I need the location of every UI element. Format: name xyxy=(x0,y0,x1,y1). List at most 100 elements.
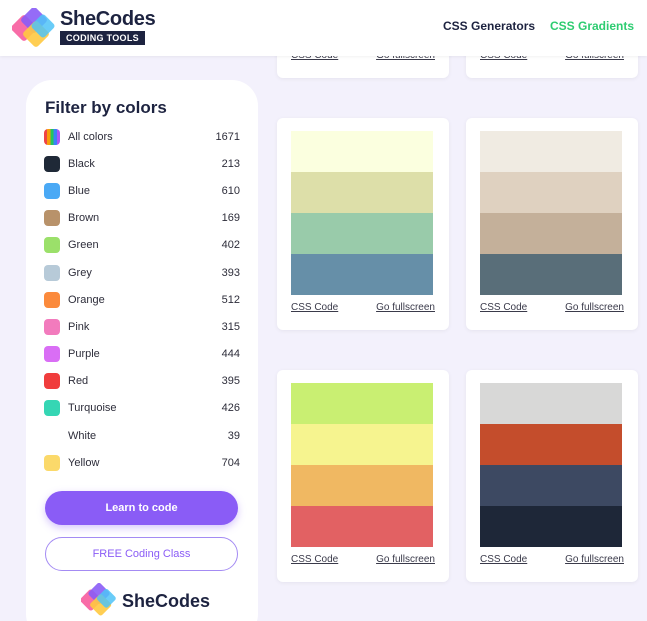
gradient-preview[interactable] xyxy=(480,383,622,547)
learn-to-code-button[interactable]: Learn to code xyxy=(45,491,238,525)
go-fullscreen-link[interactable]: Go fullscreen xyxy=(376,554,435,565)
nav-css-gradients[interactable]: CSS Gradients xyxy=(550,19,634,33)
color-filter-red[interactable]: Red 395 xyxy=(44,368,240,395)
color-band xyxy=(480,254,622,295)
color-band xyxy=(480,506,622,547)
color-swatch xyxy=(44,454,60,471)
brand-tagline: CODING TOOLS xyxy=(60,31,145,45)
color-filter-label: Turquoise xyxy=(68,402,117,415)
color-band xyxy=(480,131,622,172)
color-swatch xyxy=(44,427,60,444)
color-swatch xyxy=(44,182,60,199)
color-band xyxy=(291,131,433,172)
color-filter-grey[interactable]: Grey 393 xyxy=(44,259,240,286)
color-swatch xyxy=(44,373,60,390)
color-filter-label: Green xyxy=(68,239,99,252)
color-band xyxy=(291,172,433,213)
go-fullscreen-link[interactable]: Go fullscreen xyxy=(565,302,624,313)
color-filter-label: Orange xyxy=(68,293,105,306)
gradient-preview[interactable] xyxy=(291,131,433,295)
color-filter-count: 1671 xyxy=(215,130,240,143)
css-code-link[interactable]: CSS Code xyxy=(480,554,527,565)
go-fullscreen-link[interactable]: Go fullscreen xyxy=(376,302,435,313)
gradient-card: CSS Code Go fullscreen xyxy=(277,118,449,330)
card-links: CSS Code Go fullscreen xyxy=(291,302,435,313)
color-filter-label: Purple xyxy=(68,348,100,361)
color-filter-all-colors[interactable]: All colors 1671 xyxy=(44,123,240,150)
color-filter-white[interactable]: White 39 xyxy=(44,422,240,449)
card-links: CSS Code Go fullscreen xyxy=(480,302,624,313)
nav-css-generators[interactable]: CSS Generators xyxy=(443,19,535,33)
color-filter-label: Blue xyxy=(68,184,91,197)
color-filter-count: 395 xyxy=(221,375,240,388)
brand-name[interactable]: SheCodes xyxy=(60,8,156,31)
card-links: CSS Code Go fullscreen xyxy=(291,554,435,565)
gradient-card: CSS Code Go fullscreen xyxy=(466,118,638,330)
shecodes-logo-icon[interactable] xyxy=(81,583,117,617)
color-swatch xyxy=(44,318,60,335)
color-swatch xyxy=(44,291,60,308)
color-filter-label: All colors xyxy=(68,130,113,143)
color-filter-yellow[interactable]: Yellow 704 xyxy=(44,449,240,476)
color-band xyxy=(291,506,433,547)
color-filter-count: 39 xyxy=(227,429,240,442)
color-filter-turquoise[interactable]: Turquoise 426 xyxy=(44,395,240,422)
filter-sidebar: Filter by colors All colors 1671 Black 213 B… xyxy=(26,80,258,621)
color-filter-black[interactable]: Black 213 xyxy=(44,150,240,177)
color-filter-list: All colors 1671 Black 213 Blue 610 Brown 169 Gre… xyxy=(44,123,240,476)
color-filter-label: Black xyxy=(68,157,95,170)
color-band xyxy=(480,213,622,254)
gradient-card: CSS Code Go fullscreen xyxy=(466,370,638,582)
color-band xyxy=(480,172,622,213)
card-links: CSS Code Go fullscreen xyxy=(480,554,624,565)
color-band xyxy=(291,465,433,506)
color-filter-green[interactable]: Green 402 xyxy=(44,232,240,259)
color-filter-label: White xyxy=(68,429,97,442)
gradient-card: CSS Code Go fullscreen xyxy=(277,370,449,582)
color-filter-count: 402 xyxy=(221,239,240,252)
color-filter-count: 213 xyxy=(221,157,240,170)
css-code-link[interactable]: CSS Code xyxy=(291,554,338,565)
color-filter-label: Yellow xyxy=(68,456,100,469)
filter-title: Filter by colors xyxy=(45,98,167,117)
color-swatch xyxy=(44,237,60,254)
color-filter-blue[interactable]: Blue 610 xyxy=(44,177,240,204)
color-filter-count: 169 xyxy=(221,212,240,225)
color-filter-count: 393 xyxy=(221,266,240,279)
color-filter-label: Red xyxy=(68,375,89,388)
color-filter-label: Pink xyxy=(68,320,90,333)
color-filter-count: 426 xyxy=(221,402,240,415)
gradient-preview[interactable] xyxy=(480,131,622,295)
color-filter-count: 704 xyxy=(221,456,240,469)
color-filter-label: Brown xyxy=(68,212,100,225)
free-coding-class-button[interactable]: FREE Coding Class xyxy=(45,537,238,571)
color-swatch xyxy=(44,128,60,145)
color-filter-count: 315 xyxy=(221,320,240,333)
color-swatch xyxy=(44,155,60,172)
footer-brand-name[interactable]: SheCodes xyxy=(122,591,210,612)
color-filter-count: 512 xyxy=(221,293,240,306)
color-swatch xyxy=(44,264,60,281)
color-band xyxy=(480,383,622,424)
color-band xyxy=(291,383,433,424)
top-header: SheCodes CODING TOOLS CSS Generators CSS… xyxy=(0,0,647,56)
go-fullscreen-link[interactable]: Go fullscreen xyxy=(565,554,624,565)
css-code-link[interactable]: CSS Code xyxy=(480,302,527,313)
color-filter-count: 444 xyxy=(221,348,240,361)
css-code-link[interactable]: CSS Code xyxy=(291,302,338,313)
color-band xyxy=(291,254,433,295)
color-filter-count: 610 xyxy=(221,184,240,197)
color-filter-orange[interactable]: Orange 512 xyxy=(44,286,240,313)
color-filter-label: Grey xyxy=(68,266,92,279)
color-swatch xyxy=(44,210,60,227)
gradient-preview[interactable] xyxy=(291,383,433,547)
color-filter-purple[interactable]: Purple 444 xyxy=(44,341,240,368)
shecodes-logo-icon[interactable] xyxy=(12,8,56,48)
color-swatch xyxy=(44,346,60,363)
color-filter-brown[interactable]: Brown 169 xyxy=(44,205,240,232)
color-band xyxy=(291,213,433,254)
color-filter-pink[interactable]: Pink 315 xyxy=(44,313,240,340)
color-swatch xyxy=(44,400,60,417)
color-band xyxy=(291,424,433,465)
color-band xyxy=(480,424,622,465)
